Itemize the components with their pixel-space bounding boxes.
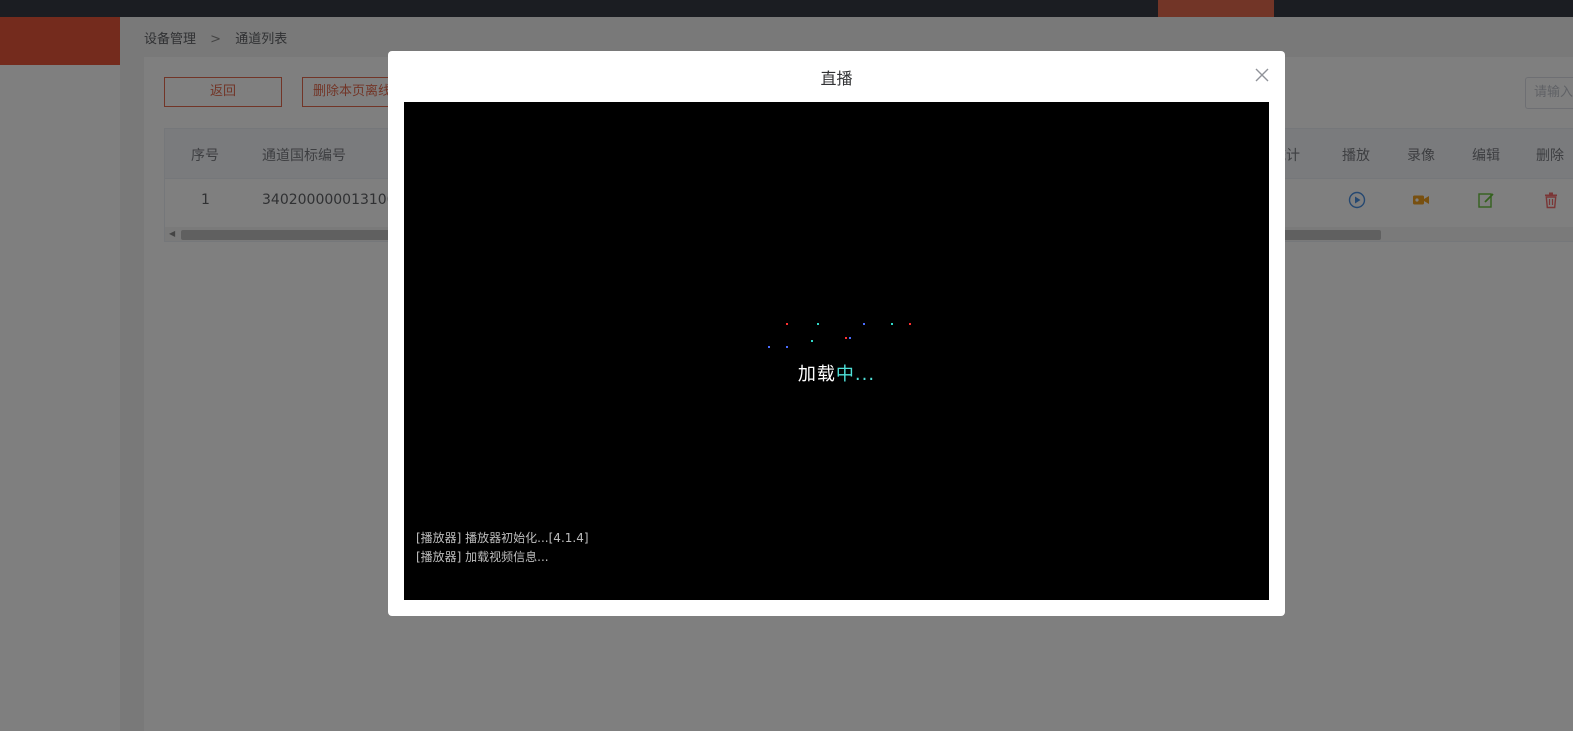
loading-highlight: 中... <box>835 364 876 385</box>
loading-text: 加载中... <box>404 360 1269 386</box>
dialog-title: 直播 <box>820 69 853 88</box>
loading-prefix: 加载 <box>797 364 836 385</box>
loading-spinner-icon <box>768 323 911 348</box>
live-dialog: 直播 加载中... [播放器] 播放器初始化...[4.1.4] [播放器] 加… <box>388 51 1285 616</box>
log-line: [播放器] 加载视频信息... <box>416 550 549 564</box>
video-player[interactable]: 加载中... [播放器] 播放器初始化...[4.1.4] [播放器] 加载视频… <box>404 102 1269 600</box>
close-icon[interactable] <box>1253 66 1271 84</box>
player-log: [播放器] 播放器初始化...[4.1.4] [播放器] 加载视频信息... <box>416 529 589 567</box>
log-line: [播放器] 播放器初始化...[4.1.4] <box>416 531 589 545</box>
